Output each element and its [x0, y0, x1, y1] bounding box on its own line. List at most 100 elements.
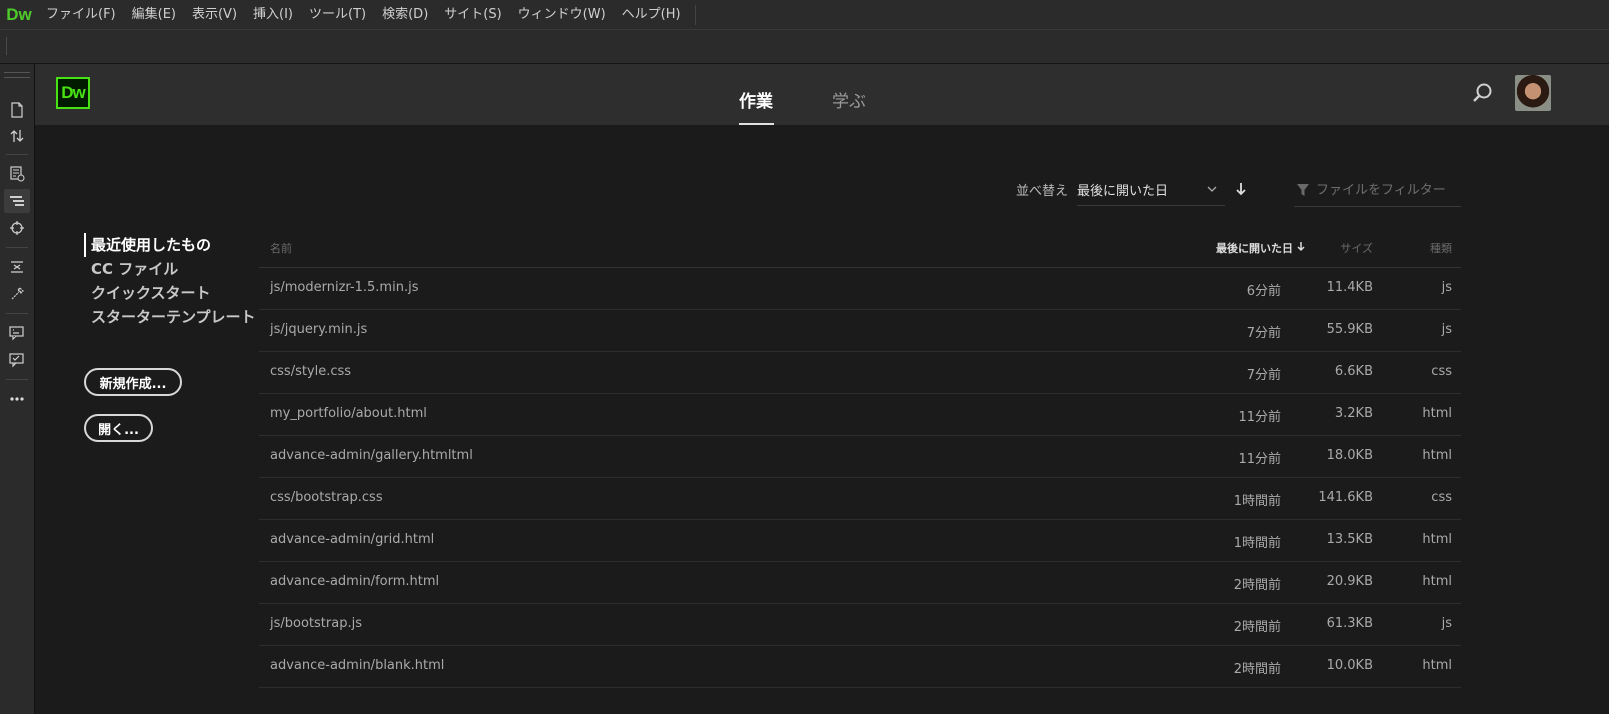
start-screen-header: Dw 作業 学ぶ — [35, 64, 1609, 125]
file-opened: 2時間前 — [1233, 620, 1281, 635]
file-size: 6.6KB — [1334, 364, 1373, 379]
open-documents-icon[interactable] — [4, 98, 30, 122]
sort-label: 並べ替え — [1016, 184, 1069, 199]
file-opened: 6分前 — [1246, 284, 1281, 299]
menu-insert[interactable]: 挿入(I) — [245, 0, 301, 29]
column-header-size[interactable]: サイズ — [1340, 240, 1373, 256]
table-row[interactable]: advance-admin/grid.html 1時間前 13.5KB html — [259, 520, 1461, 562]
column-header-name[interactable]: 名前 — [270, 240, 292, 256]
table-row[interactable]: js/modernizr-1.5.min.js 6分前 11.4KB js — [259, 268, 1461, 310]
menu-tools[interactable]: ツール(T) — [301, 0, 374, 29]
open-button[interactable]: 開く... — [84, 414, 153, 442]
nav-item-starter-templates[interactable]: スターターテンプレート — [84, 305, 264, 329]
file-name[interactable]: css/bootstrap.css — [270, 490, 383, 505]
file-transfer-icon[interactable] — [4, 124, 30, 148]
table-row[interactable]: advance-admin/form.html 2時間前 20.9KB html — [259, 562, 1461, 604]
sort-selected-value: 最後に開いた日 — [1077, 184, 1169, 199]
file-size: 141.6KB — [1318, 490, 1373, 505]
comment-icon[interactable] — [4, 321, 30, 345]
table-row[interactable]: js/bootstrap.js 2時間前 61.3KB js — [259, 604, 1461, 646]
table-row[interactable]: css/style.css 7分前 6.6KB css — [259, 352, 1461, 394]
sort-dropdown[interactable]: 最後に開いた日 — [1077, 174, 1225, 206]
file-name[interactable]: advance-admin/blank.html — [270, 658, 444, 673]
file-opened: 2時間前 — [1233, 662, 1281, 677]
more-icon[interactable] — [4, 387, 30, 411]
file-opened: 7分前 — [1246, 368, 1281, 383]
menu-find[interactable]: 検索(D) — [374, 0, 436, 29]
file-type: css — [1431, 490, 1452, 505]
file-name[interactable]: advance-admin/gallery.htmltml — [270, 448, 473, 463]
recent-files-table: 名前 最後に開いた日 サイズ 種類 js/modernizr-1.5.min.j… — [259, 228, 1461, 688]
file-size: 11.4KB — [1326, 280, 1373, 295]
eyedropper-icon[interactable] — [4, 282, 30, 306]
menu-view[interactable]: 表示(V) — [184, 0, 245, 29]
menu-bar: Dw ファイル(F) 編集(E) 表示(V) 挿入(I) ツール(T) 検索(D… — [0, 0, 1609, 29]
file-opened: 2時間前 — [1233, 578, 1281, 593]
search-icon[interactable] — [1472, 82, 1494, 104]
tab-work[interactable]: 作業 — [739, 64, 773, 125]
menu-help[interactable]: ヘルプ(H) — [614, 0, 689, 29]
filter-icon — [1297, 184, 1309, 196]
file-type: html — [1422, 532, 1452, 547]
file-name[interactable]: js/bootstrap.js — [270, 616, 362, 631]
nav-item-quick-start[interactable]: クイックスタート — [84, 281, 264, 305]
document-toolbar — [0, 29, 1609, 64]
table-row[interactable]: my_portfolio/about.html 11分前 3.2KB html — [259, 394, 1461, 436]
file-size: 3.2KB — [1334, 406, 1373, 421]
file-name[interactable]: advance-admin/grid.html — [270, 532, 434, 547]
column-header-type[interactable]: 種類 — [1430, 240, 1452, 256]
strip-divider — [6, 154, 28, 155]
file-type: js — [1441, 280, 1452, 295]
validate-icon[interactable] — [4, 348, 30, 372]
file-size: 10.0KB — [1326, 658, 1373, 673]
file-name[interactable]: css/style.css — [270, 364, 351, 379]
file-type: html — [1422, 406, 1452, 421]
file-size: 20.9KB — [1326, 574, 1373, 589]
menu-site[interactable]: サイト(S) — [436, 0, 509, 29]
file-size: 13.5KB — [1326, 532, 1373, 547]
inspect-icon[interactable] — [4, 216, 30, 240]
avatar[interactable] — [1515, 75, 1551, 111]
dreamweaver-logo-small: Dw — [6, 4, 32, 24]
tab-learn[interactable]: 学ぶ — [832, 64, 866, 125]
table-header: 名前 最後に開いた日 サイズ 種類 — [259, 228, 1461, 268]
dreamweaver-logo: Dw — [56, 77, 90, 109]
strip-grip[interactable] — [4, 72, 30, 78]
sort-arrow-icon — [1297, 242, 1305, 252]
nav-item-cc-files[interactable]: CC ファイル — [84, 257, 264, 281]
active-tab-indicator — [739, 123, 774, 125]
format-icon[interactable] — [4, 255, 30, 279]
file-opened: 1時間前 — [1233, 494, 1281, 509]
nav-item-recent[interactable]: 最近使用したもの — [84, 233, 264, 257]
strip-divider — [6, 379, 28, 380]
file-name[interactable]: js/modernizr-1.5.min.js — [270, 280, 418, 295]
file-type: html — [1422, 448, 1452, 463]
sort-direction-icon[interactable] — [1234, 181, 1248, 197]
file-name[interactable]: my_portfolio/about.html — [270, 406, 427, 421]
file-name[interactable]: advance-admin/form.html — [270, 574, 439, 589]
file-size: 61.3KB — [1326, 616, 1373, 631]
file-size: 55.9KB — [1326, 322, 1373, 337]
menu-edit[interactable]: 編集(E) — [124, 0, 184, 29]
filter-input[interactable] — [1316, 177, 1456, 203]
file-type: html — [1422, 658, 1452, 673]
table-row[interactable]: advance-admin/gallery.htmltml 11分前 18.0K… — [259, 436, 1461, 478]
table-row[interactable]: js/jquery.min.js 7分前 55.9KB js — [259, 310, 1461, 352]
filter-box — [1294, 174, 1461, 207]
toolbar-grip[interactable] — [6, 37, 7, 55]
preview-icon[interactable] — [4, 162, 30, 186]
file-type: html — [1422, 574, 1452, 589]
file-opened: 11分前 — [1238, 452, 1281, 467]
menu-window[interactable]: ウィンドウ(W) — [510, 0, 614, 29]
table-row[interactable]: css/bootstrap.css 1時間前 141.6KB css — [259, 478, 1461, 520]
column-header-date[interactable]: 最後に開いた日 — [1216, 240, 1293, 256]
dom-panel-icon[interactable] — [4, 189, 30, 213]
table-row[interactable]: advance-admin/blank.html 2時間前 10.0KB htm… — [259, 646, 1461, 688]
file-name[interactable]: js/jquery.min.js — [270, 322, 367, 337]
file-opened: 1時間前 — [1233, 536, 1281, 551]
new-button[interactable]: 新規作成... — [84, 368, 182, 396]
menu-file[interactable]: ファイル(F) — [38, 0, 124, 29]
file-type: js — [1441, 322, 1452, 337]
strip-divider — [6, 313, 28, 314]
file-size: 18.0KB — [1326, 448, 1373, 463]
